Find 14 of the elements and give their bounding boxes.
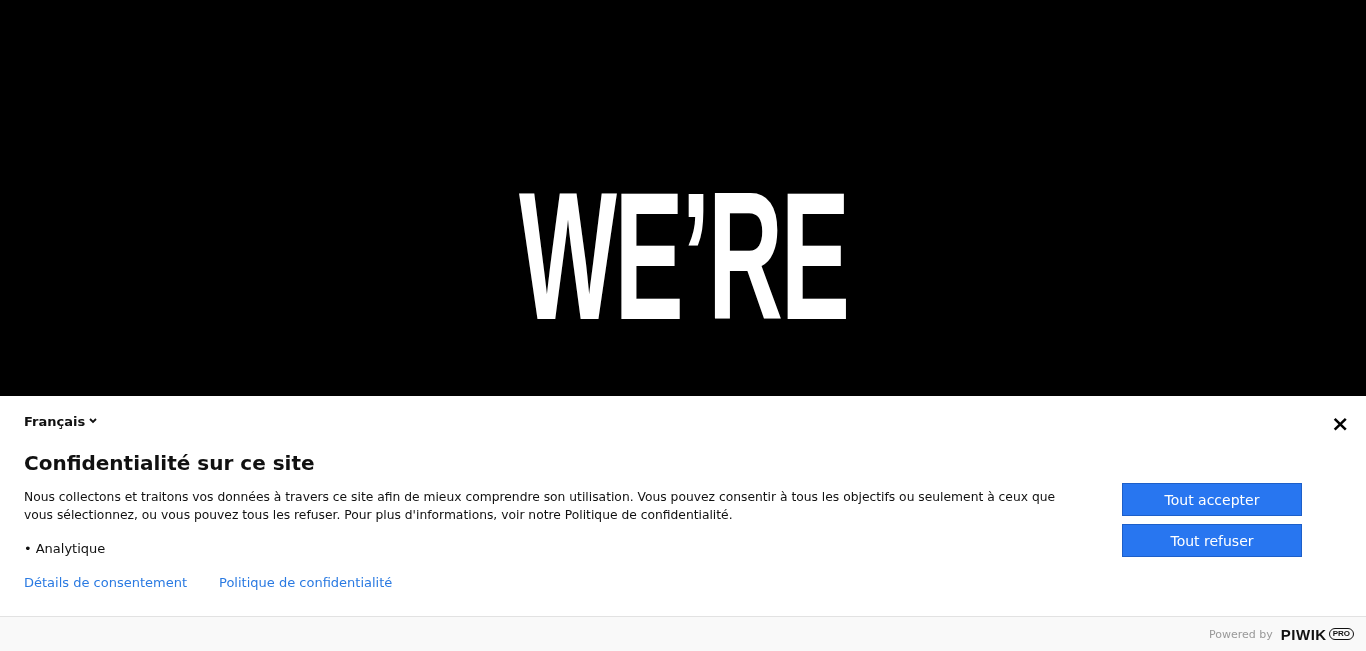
powered-by-text: Powered by [1209,627,1273,641]
close-button[interactable]: × [1331,414,1349,434]
hero-heading: WE’RE [518,178,848,334]
caret-icon [89,418,98,424]
consent-button[interactable]: Tout refuser [1122,524,1302,557]
bullet: • [24,540,32,558]
banner-description: Nous collectons et traitons vos données à travers ce site afin de mieux comprendre son utilisation. Vous pouvez consentir à tous les objectifs ou seulement à ceux que vous sélectionnez, ou vous pouvez tous les refuser. Pour plus d'informations, voir notre Politique de confidentialité. [24,489,1057,524]
logo-text: PIWIK [1280,625,1327,643]
banner-title: Confidentialité sur ce site [24,450,316,476]
purpose-item: Analytique [35,540,106,558]
language-dropdown[interactable]: Français [24,412,98,430]
link[interactable]: Détails de consentement [24,574,188,592]
link[interactable]: Politique de confidentialité [219,574,393,592]
consent-button[interactable]: Tout accepter [1122,483,1302,516]
